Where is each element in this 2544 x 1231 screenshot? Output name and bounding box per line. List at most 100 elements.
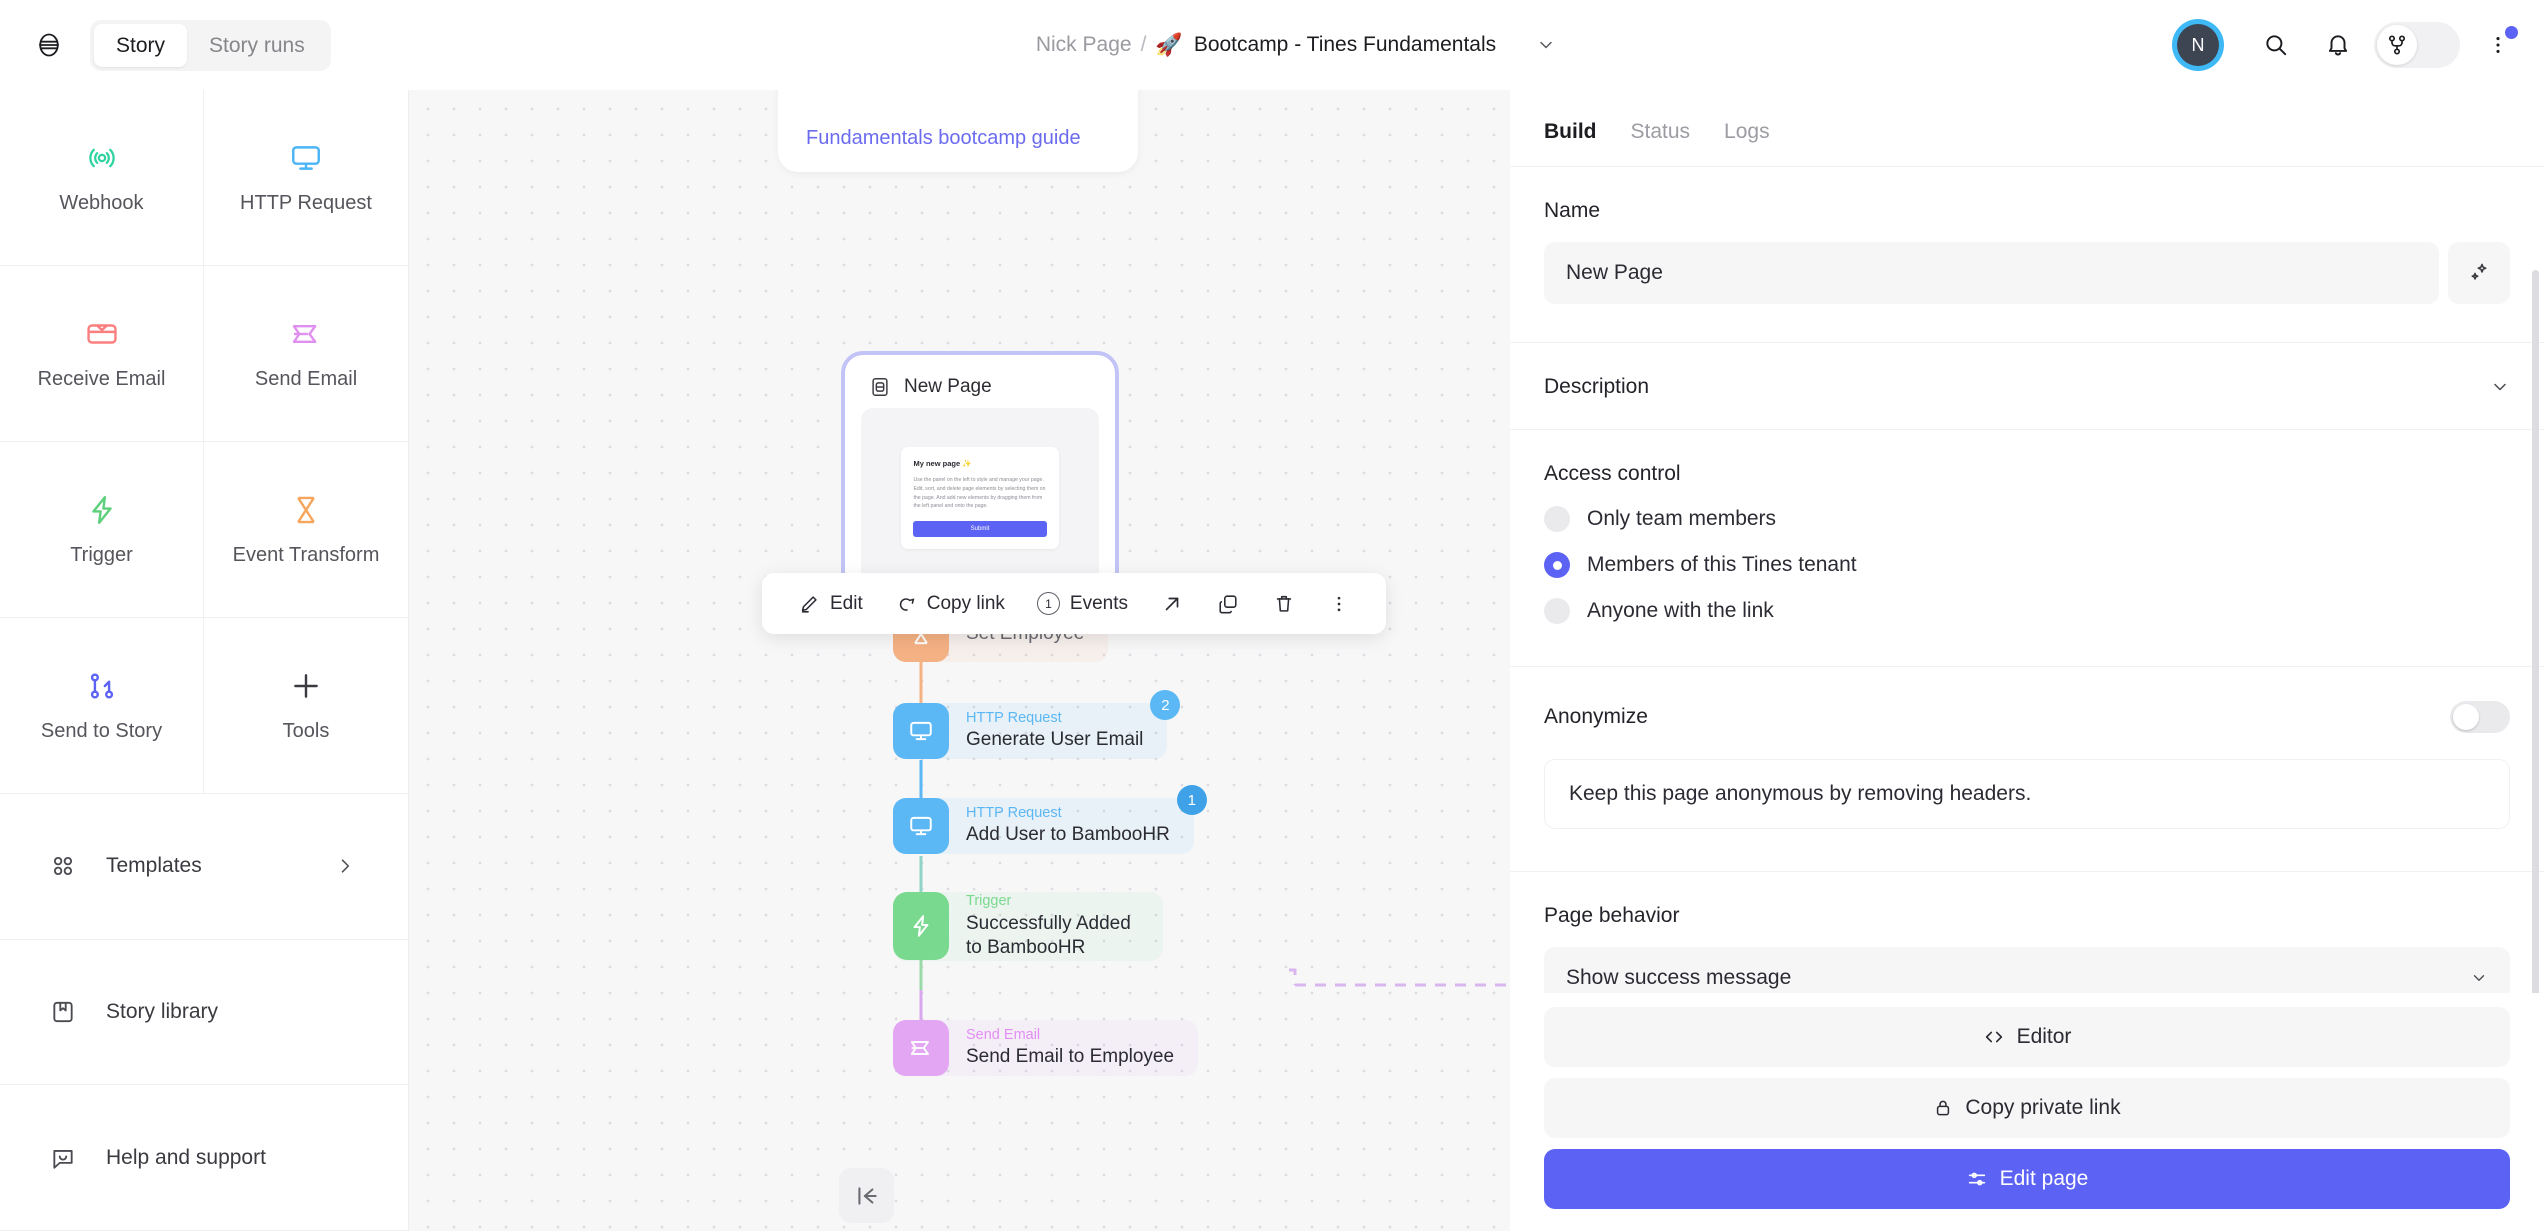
node-new-page[interactable]: New Page My new page ✨ Use the panel on … bbox=[841, 351, 1119, 611]
breadcrumb-owner[interactable]: Nick Page bbox=[1036, 33, 1132, 57]
duplicate-icon[interactable] bbox=[1200, 573, 1256, 634]
radio-circle bbox=[1544, 598, 1570, 624]
copy-private-link-label: Copy private link bbox=[1965, 1096, 2121, 1119]
paper-plane-icon bbox=[289, 316, 323, 352]
edit-page-button[interactable]: Edit page bbox=[1544, 1149, 2510, 1209]
trash-icon[interactable] bbox=[1256, 573, 1312, 634]
page-behavior-label: Page behavior bbox=[1544, 904, 1680, 927]
tool-webhook[interactable]: Webhook bbox=[0, 90, 204, 266]
collapse-sidebar-button[interactable] bbox=[839, 1168, 894, 1223]
events-button[interactable]: 1 Events bbox=[1021, 573, 1144, 634]
sliders-icon bbox=[1966, 1168, 1988, 1190]
chevron-down-icon[interactable] bbox=[2490, 377, 2510, 397]
anonymize-toggle[interactable] bbox=[2450, 701, 2510, 733]
bell-icon[interactable] bbox=[2312, 19, 2364, 71]
events-count-badge: 1 bbox=[1036, 592, 1060, 615]
paper-plane-icon bbox=[893, 1020, 949, 1076]
copy-link-label: Copy link bbox=[926, 592, 1005, 614]
tool-http-request[interactable]: HTTP Request bbox=[204, 90, 408, 266]
tab-story[interactable]: Story bbox=[94, 23, 188, 67]
node-send-email-to-employee[interactable]: Send Email Send Email to Employee bbox=[893, 1020, 1199, 1076]
tool-label: Event Transform bbox=[232, 544, 380, 566]
panel-scrollbar[interactable] bbox=[2532, 270, 2539, 993]
editor-button[interactable]: Editor bbox=[1544, 1007, 2510, 1067]
code-brackets-icon bbox=[1983, 1026, 2005, 1048]
node-text: Trigger Successfully Added to BambooHR bbox=[949, 892, 1139, 961]
section-description: Description bbox=[1510, 342, 2544, 429]
tool-event-transform[interactable]: Event Transform bbox=[204, 442, 408, 618]
tool-trigger[interactable]: Trigger bbox=[0, 442, 204, 618]
node-successfully-added-to-bamboohr[interactable]: Trigger Successfully Added to BambooHR bbox=[893, 892, 1163, 961]
page-preview: My new page ✨ Use the panel on the left … bbox=[861, 408, 1099, 588]
tab-logs[interactable]: Logs bbox=[1724, 120, 1770, 144]
webhook-icon bbox=[85, 140, 119, 176]
sidebar-item-help-and-support[interactable]: Help and support bbox=[0, 1085, 408, 1231]
name-input[interactable]: New Page bbox=[1544, 242, 2439, 304]
node-header: New Page bbox=[869, 376, 1099, 398]
copy-link-button[interactable]: Copy link bbox=[879, 573, 1021, 634]
page-behavior-select[interactable]: Show success message bbox=[1544, 947, 2510, 993]
monitor-icon bbox=[893, 703, 949, 759]
edit-page-label: Edit page bbox=[1999, 1167, 2089, 1190]
section-access-control: Access control Only team members Members… bbox=[1510, 429, 2544, 666]
sidebar-item-label: Help and support bbox=[106, 1145, 266, 1169]
story-canvas[interactable]: Fundamentals bootcamp guide New Page My … bbox=[409, 90, 1510, 1231]
node-add-user-to-bamboohr[interactable]: HTTP Request Add User to BambooHR 1 bbox=[893, 785, 1207, 854]
tab-story-runs[interactable]: Story runs bbox=[187, 24, 327, 67]
tool-tools[interactable]: Tools bbox=[204, 618, 408, 794]
node-name: Generate User Email bbox=[966, 729, 1144, 751]
node-generate-user-email[interactable]: HTTP Request Generate User Email 2 bbox=[893, 690, 1181, 759]
radio-anyone-with-the-link[interactable]: Anyone with the link bbox=[1544, 598, 2510, 624]
search-icon[interactable] bbox=[2250, 19, 2302, 71]
radio-circle-selected bbox=[1544, 552, 1570, 578]
tab-status[interactable]: Status bbox=[1631, 120, 1691, 144]
tool-label: Webhook bbox=[59, 192, 144, 214]
edit-button[interactable]: Edit bbox=[782, 573, 879, 634]
node-name: Add User to BambooHR bbox=[966, 824, 1170, 846]
description-label: Description bbox=[1544, 375, 1650, 398]
branch-icon bbox=[2377, 25, 2417, 65]
sparkles-icon[interactable] bbox=[2448, 242, 2510, 304]
sidebar-item-story-library[interactable]: Story library bbox=[0, 940, 408, 1086]
chevron-down-icon[interactable] bbox=[1536, 35, 1556, 55]
page-title: Bootcamp - Tines Fundamentals bbox=[1193, 33, 1497, 56]
more-options-icon[interactable] bbox=[1312, 573, 1366, 634]
tool-receive-email[interactable]: Receive Email bbox=[0, 266, 204, 442]
open-external-icon[interactable] bbox=[1144, 573, 1200, 634]
description-header[interactable]: Description bbox=[1544, 343, 2510, 429]
kebab-menu-icon[interactable] bbox=[2478, 19, 2518, 71]
tab-build[interactable]: Build bbox=[1544, 120, 1597, 144]
lightning-icon bbox=[85, 492, 119, 528]
avatar[interactable]: N bbox=[2172, 19, 2224, 71]
tool-send-email[interactable]: Send Email bbox=[204, 266, 408, 442]
radio-members-of-this-tines-tenant[interactable]: Members of this Tines tenant bbox=[1544, 552, 2510, 578]
node-text: Send Email Send Email to Employee bbox=[949, 1026, 1174, 1070]
breadcrumb: Nick Page / 🚀 Bootcamp - Tines Fundament… bbox=[420, 33, 2172, 57]
branch-toggle[interactable] bbox=[2374, 22, 2460, 68]
panel-scroll-area: Name New Page Description Access control… bbox=[1510, 166, 2544, 993]
plus-icon bbox=[289, 668, 323, 704]
node-kind: HTTP Request bbox=[966, 709, 1062, 726]
tines-logo-icon[interactable] bbox=[34, 30, 64, 60]
node-name: Successfully Added to BambooHR bbox=[966, 912, 1131, 959]
breadcrumb-separator: / bbox=[1140, 33, 1147, 56]
lightning-icon bbox=[893, 892, 949, 961]
page-behavior-value: Show success message bbox=[1566, 966, 1792, 989]
copy-private-link-button[interactable]: Copy private link bbox=[1544, 1078, 2510, 1138]
right-panel: Build Status Logs Name New Page Descript… bbox=[1510, 90, 2544, 1231]
tool-send-to-story[interactable]: Send to Story bbox=[0, 618, 204, 794]
tool-label: HTTP Request bbox=[240, 192, 372, 214]
radio-only-team-members[interactable]: Only team members bbox=[1544, 506, 2510, 532]
section-anonymize: Anonymize Keep this page anonymous by re… bbox=[1510, 666, 2544, 871]
chevron-down-icon bbox=[2470, 969, 2488, 987]
panel-footer: Editor Copy private link Edit page bbox=[1510, 993, 2544, 1231]
fork-icon bbox=[85, 668, 119, 704]
panel-tabs: Build Status Logs bbox=[1510, 90, 2544, 166]
monitor-icon bbox=[893, 798, 949, 854]
anonymize-label: Anonymize bbox=[1544, 705, 1648, 728]
sidebar-item-label: Story library bbox=[106, 1000, 219, 1023]
preview-title: My new page ✨ bbox=[913, 459, 972, 469]
tool-grid: Webhook HTTP Request Receive Email Send … bbox=[0, 90, 408, 794]
node-event-badge[interactable]: 1 bbox=[1176, 785, 1207, 815]
sidebar-item-templates[interactable]: Templates bbox=[0, 794, 408, 940]
